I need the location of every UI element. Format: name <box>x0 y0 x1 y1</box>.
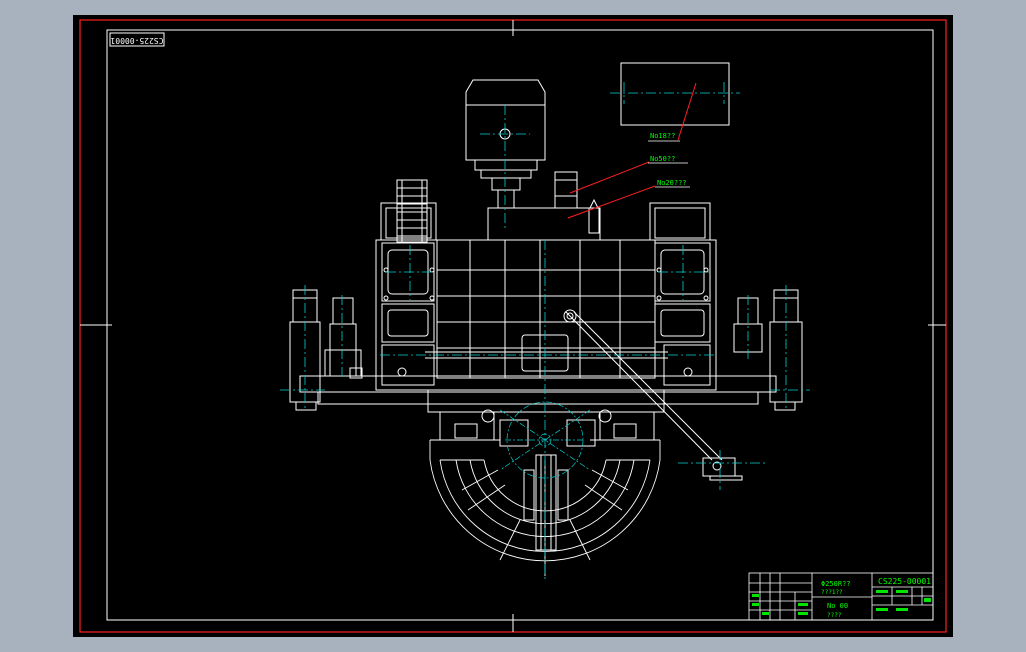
title-mid-line-2: ???1?? <box>821 589 843 596</box>
title-mid-line-1: Φ250R?? <box>821 580 851 588</box>
title-mid-line-3: No 00 <box>827 602 848 610</box>
main-body <box>375 239 717 391</box>
leader-lines <box>567 82 697 219</box>
title-block-code: CS225-00001 <box>878 577 931 586</box>
tie-rod <box>563 309 743 481</box>
center-marks <box>80 20 946 632</box>
title-mid-line-4: ???? <box>827 612 842 619</box>
cad-viewport[interactable]: CS225-00001 No18?? No50?? No20??? Φ250R?… <box>73 15 953 637</box>
inner-frame <box>106 29 934 621</box>
ladder-rack <box>396 179 428 243</box>
outer-sheet-border <box>79 19 947 633</box>
callout-label-3: No20??? <box>657 179 687 187</box>
callout-label-1: No18?? <box>650 132 675 140</box>
assembly-drawing: CS225-00001 No18?? No50?? No20??? Φ250R?… <box>79 19 947 633</box>
detail-view-box <box>620 62 730 126</box>
lower-carriage <box>427 389 665 447</box>
drawing-code-text: CS225-00001 <box>110 36 163 45</box>
motor <box>465 79 546 209</box>
callout-label-2: No50?? <box>650 155 675 163</box>
